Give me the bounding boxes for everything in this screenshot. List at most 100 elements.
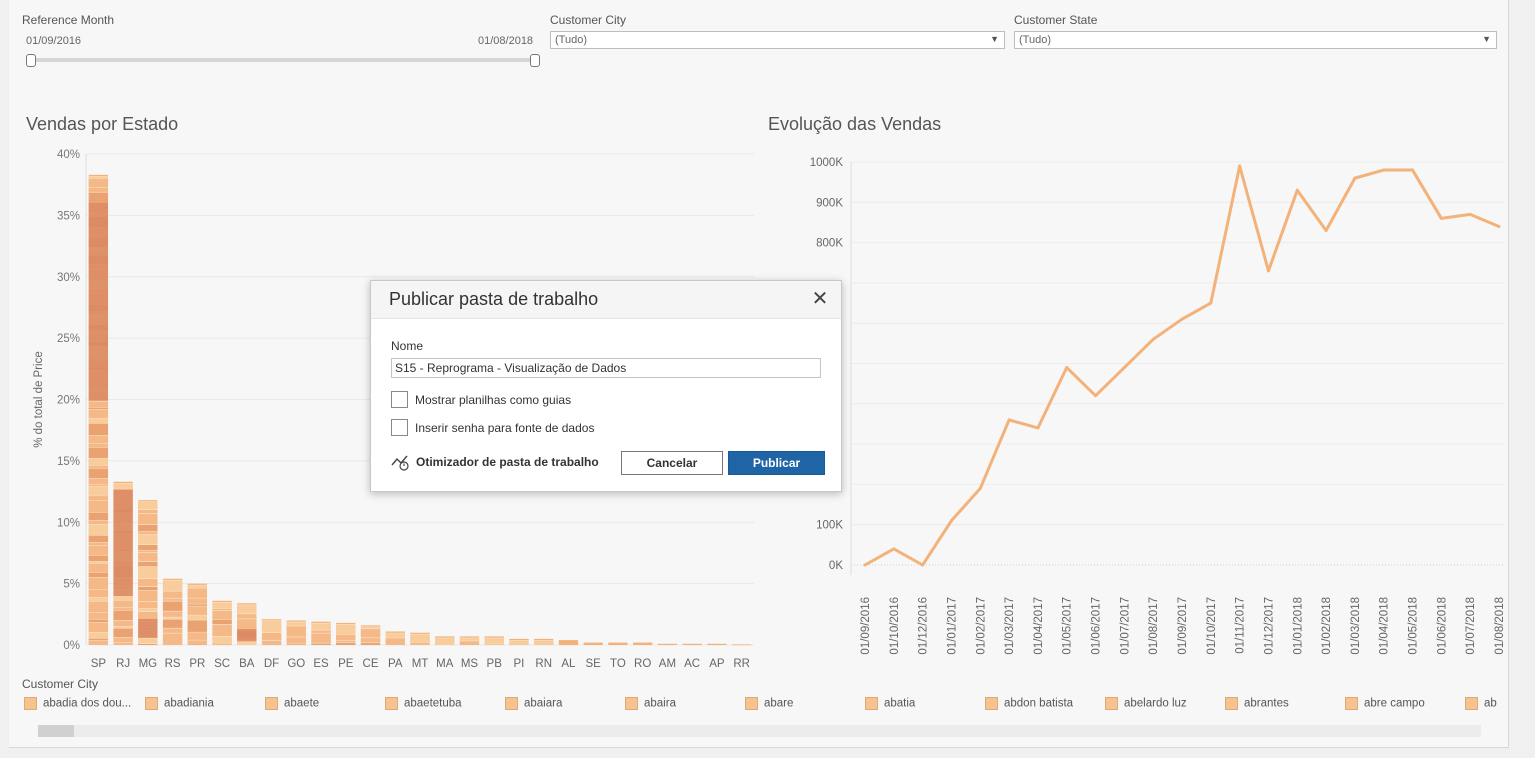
x-tick-label: RN [535,658,552,670]
x-tick-label: RO [634,658,651,670]
legend-item[interactable]: abaetetuba [385,697,462,711]
bar-stripe [162,601,183,612]
bar-major-city-segment [88,203,109,401]
y-tick-label: 1000K [810,157,844,169]
bar-stripe [187,588,207,599]
embed-password-checkbox[interactable] [391,419,408,436]
bar-stripe [336,642,356,645]
bar-stripe [113,620,133,627]
show-sheets-checkbox[interactable] [391,391,408,408]
x-tick-label: MT [412,658,429,670]
bar-major-city-segment [113,489,133,597]
bar-stripe [88,512,109,521]
x-tick-label: RS [165,658,181,670]
bar-stripe [138,586,158,591]
bar-stripe [88,545,109,556]
legend-label: abatia [884,697,916,710]
bar-stripe [336,624,356,635]
line-point [892,547,896,551]
bar-stripe [113,483,133,489]
x-tick-label: RJ [116,658,130,670]
x-tick-label: SC [214,658,230,670]
legend-item[interactable]: abelardo luz [1105,697,1187,711]
legend-item[interactable]: abrantes [1225,697,1289,711]
x-tick-label: PR [189,658,205,670]
bar-stripe [187,598,207,605]
embed-password-label: Inserir senha para fonte de dados [415,421,595,435]
bar-stripe [311,623,331,631]
bar-stripe [113,610,133,621]
line-point [1065,366,1069,370]
line-point [1266,269,1270,273]
legend-item[interactable]: abaiara [505,697,562,711]
optimizer-label: Otimizador de pasta de trabalho [416,455,599,469]
bar-segment [707,643,727,645]
workbook-name-input[interactable] [391,358,821,378]
x-tick-label: 01/05/2017 [1062,597,1074,655]
bar-stripe [88,601,109,613]
bar-stripe [360,642,381,645]
x-tick-label: AC [684,658,700,670]
legend-item[interactable]: ab [1465,697,1497,711]
legend-horizontal-scrollbar[interactable] [38,725,1481,737]
legend-item[interactable]: abadia dos dou... [24,697,131,711]
bar-segment [657,643,678,645]
legend-item[interactable]: abdon batista [985,697,1073,711]
bar-stripe [162,580,183,592]
bar-pe [336,622,356,645]
bar-stripe [138,608,158,612]
bar-stripe [286,621,306,626]
bar-segment [583,642,603,645]
close-icon[interactable]: ✕ [809,288,831,310]
bar-es [311,621,331,645]
bar-stripe [88,542,109,546]
bar-stripe [237,613,257,619]
customer-city-filter-label: Customer City [550,13,627,27]
bar-stripe [212,636,232,645]
dropdown-arrow-icon: ▼ [990,34,999,44]
legend-swatch [1345,697,1358,710]
legend-item[interactable]: abaira [625,697,676,711]
bar-stripe [237,604,257,614]
bar-stripe [509,640,529,645]
bar-stripe [88,443,109,448]
bar-stripe [237,618,257,631]
line-point [1411,168,1415,172]
x-tick-label: GO [287,658,305,670]
customer-city-select[interactable]: (Tudo) ▼ [550,31,1005,49]
slider-end-handle[interactable] [530,54,540,67]
legend-swatch [1105,697,1118,710]
reference-month-start: 01/09/2016 [26,35,82,47]
line-point [1151,337,1155,341]
bar-stripe [286,625,306,637]
bar-rn [534,638,554,645]
publish-button[interactable]: Publicar [728,451,825,475]
bar-stripe [459,640,480,645]
bar-stripe [138,578,158,587]
cancel-button[interactable]: Cancelar [621,451,723,475]
legend-label: abelardo luz [1124,697,1187,710]
bar-stripe [187,615,207,621]
legend-item[interactable]: abatia [865,697,915,711]
bar-pi [509,638,529,645]
slider-start-handle[interactable] [26,54,36,67]
bar-stripe [410,642,430,645]
legend-item[interactable]: abadiania [145,697,214,711]
bar-stripe [261,620,282,633]
legend-item[interactable]: abre campo [1345,697,1425,711]
y-tick-label: 10% [57,517,80,529]
legend-swatch [865,697,878,710]
legend-swatch [24,697,37,710]
scrollbar-thumb[interactable] [38,725,74,737]
legend-item[interactable]: abare [745,697,793,711]
legend-item[interactable]: abaete [265,697,319,711]
bar-stripe [88,187,109,193]
customer-state-select[interactable]: (Tudo) ▼ [1014,31,1497,49]
bar-stripe [261,640,282,645]
bar-stripe [212,624,232,637]
reference-month-slider[interactable] [31,58,539,62]
x-tick-label: PA [388,658,403,670]
bar-stripe [113,637,133,643]
bar-stripe [88,520,109,525]
bar-stripe [187,606,207,616]
